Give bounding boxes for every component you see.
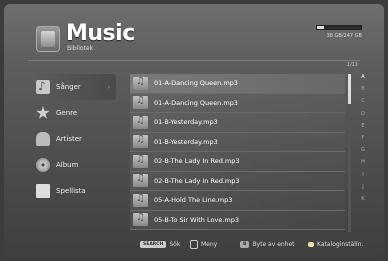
song-list: 01-A-Dancing Queen.mp3 01-A-Dancing Quee… [130, 74, 345, 230]
page-title: Music [66, 21, 135, 46]
alpha-index-letter[interactable]: I [357, 172, 369, 184]
music-file-icon [133, 193, 148, 207]
alpha-index-letter[interactable]: E [357, 123, 369, 135]
list-item[interactable]: 05-A-Hold The Line.mp3 [130, 191, 345, 211]
list-item[interactable]: 01-A-Dancing Queen.mp3 [130, 74, 345, 94]
storage-indicator: 38 GB/247 GB [316, 25, 362, 39]
alpha-index-letter[interactable]: B [357, 86, 369, 98]
list-item-label: 02-B-The Lady In Red.mp3 [154, 176, 240, 185]
alphabet-index: A B C D E F G H I J K [357, 74, 369, 208]
yellow-key-icon [308, 241, 314, 247]
music-file-icon [133, 154, 148, 168]
blue-key-icon: B [240, 240, 250, 248]
sidebar-item-playlist[interactable]: Spellista [34, 178, 116, 204]
sidebar-item-label: Sånger [56, 83, 81, 91]
alpha-index-letter[interactable]: J [357, 184, 369, 196]
alpha-index-letter[interactable]: K [357, 196, 369, 208]
alpha-index-letter[interactable]: H [357, 159, 369, 171]
music-file-icon [133, 115, 148, 129]
header-divider [28, 60, 360, 61]
list-item[interactable]: 01-B-Yesterday.mp3 [130, 132, 345, 152]
music-library-icon [36, 26, 60, 52]
music-file-icon [133, 134, 148, 149]
list-scrollbar[interactable] [348, 74, 351, 232]
list-item-label: 01-A-Dancing Queen.mp3 [154, 98, 238, 107]
page-count: 1/11 [346, 62, 358, 68]
menu-hint[interactable]: Meny [190, 239, 218, 249]
search-hint-label: Sök [169, 240, 181, 248]
alpha-index-letter[interactable]: F [357, 135, 369, 147]
music-file-icon [133, 95, 148, 110]
category-sidebar: Sånger › Genre Artister Album Spellista [34, 74, 116, 204]
list-item[interactable]: 02-B-The Lady In Red.mp3 [130, 171, 345, 191]
search-hint[interactable]: SEARCH Sök [140, 240, 181, 248]
page-subtitle: Bibliotek [67, 45, 94, 52]
music-note-icon [36, 79, 50, 94]
sidebar-item-album[interactable]: Album [34, 152, 116, 178]
list-item[interactable]: 01-A-Dancing Queen.mp3 [130, 93, 345, 113]
storage-bar [316, 25, 362, 30]
storage-fill [317, 26, 324, 29]
list-item-label: 01-B-Yesterday.mp3 [154, 137, 218, 146]
sidebar-item-label: Album [56, 161, 79, 169]
sidebar-item-genre[interactable]: Genre [34, 100, 116, 126]
list-item-label: 02-B-The Lady In Red.mp3 [154, 157, 240, 166]
music-file-icon [133, 212, 148, 227]
list-item[interactable]: 02-B-The Lady In Red.mp3 [130, 152, 345, 172]
button-hints-footer: SEARCH Sök Meny B Byte av enhet Katalogi… [4, 237, 384, 251]
sidebar-item-label: Spellista [56, 187, 86, 195]
alpha-index-letter[interactable]: C [357, 98, 369, 110]
scrollbar-thumb[interactable] [348, 74, 351, 104]
list-item[interactable]: 01-B-Yesterday.mp3 [130, 113, 345, 133]
disc-icon [36, 158, 50, 172]
music-file-icon [133, 173, 148, 188]
artist-icon [36, 132, 50, 146]
music-file-icon [133, 76, 148, 90]
list-item[interactable]: 05-B-To Sir With Love.mp3 [130, 210, 345, 230]
info-key-icon [190, 239, 198, 249]
music-library-screen: Music Bibliotek 38 GB/247 GB 1/11 Sånger… [4, 4, 384, 257]
menu-hint-label: Meny [201, 240, 218, 248]
search-key-icon: SEARCH [140, 240, 167, 248]
list-item-label: 01-A-Dancing Queen.mp3 [154, 79, 238, 88]
device-switch-hint[interactable]: B Byte av enhet [240, 240, 295, 248]
alpha-index-letter[interactable]: D [357, 111, 369, 123]
sidebar-item-songs[interactable]: Sånger › [34, 74, 116, 100]
list-item-label: 05-A-Hold The Line.mp3 [154, 196, 233, 205]
sidebar-item-label: Artister [56, 135, 82, 143]
catalog-hint-label: Kataloginställn. [317, 240, 364, 248]
storage-text: 38 GB/247 GB [326, 33, 362, 39]
sidebar-item-artists[interactable]: Artister [34, 126, 116, 152]
alpha-index-letter[interactable]: A [357, 74, 369, 86]
alpha-index-letter[interactable]: G [357, 147, 369, 159]
chevron-right-icon: › [107, 83, 110, 91]
device-hint-label: Byte av enhet [252, 240, 295, 248]
sidebar-item-label: Genre [56, 109, 78, 117]
list-item-label: 01-B-Yesterday.mp3 [154, 118, 218, 127]
list-item-label: 05-B-To Sir With Love.mp3 [154, 215, 239, 224]
star-icon [36, 106, 50, 119]
playlist-icon [36, 184, 50, 198]
catalog-settings-hint[interactable]: Kataloginställn. [308, 241, 363, 248]
